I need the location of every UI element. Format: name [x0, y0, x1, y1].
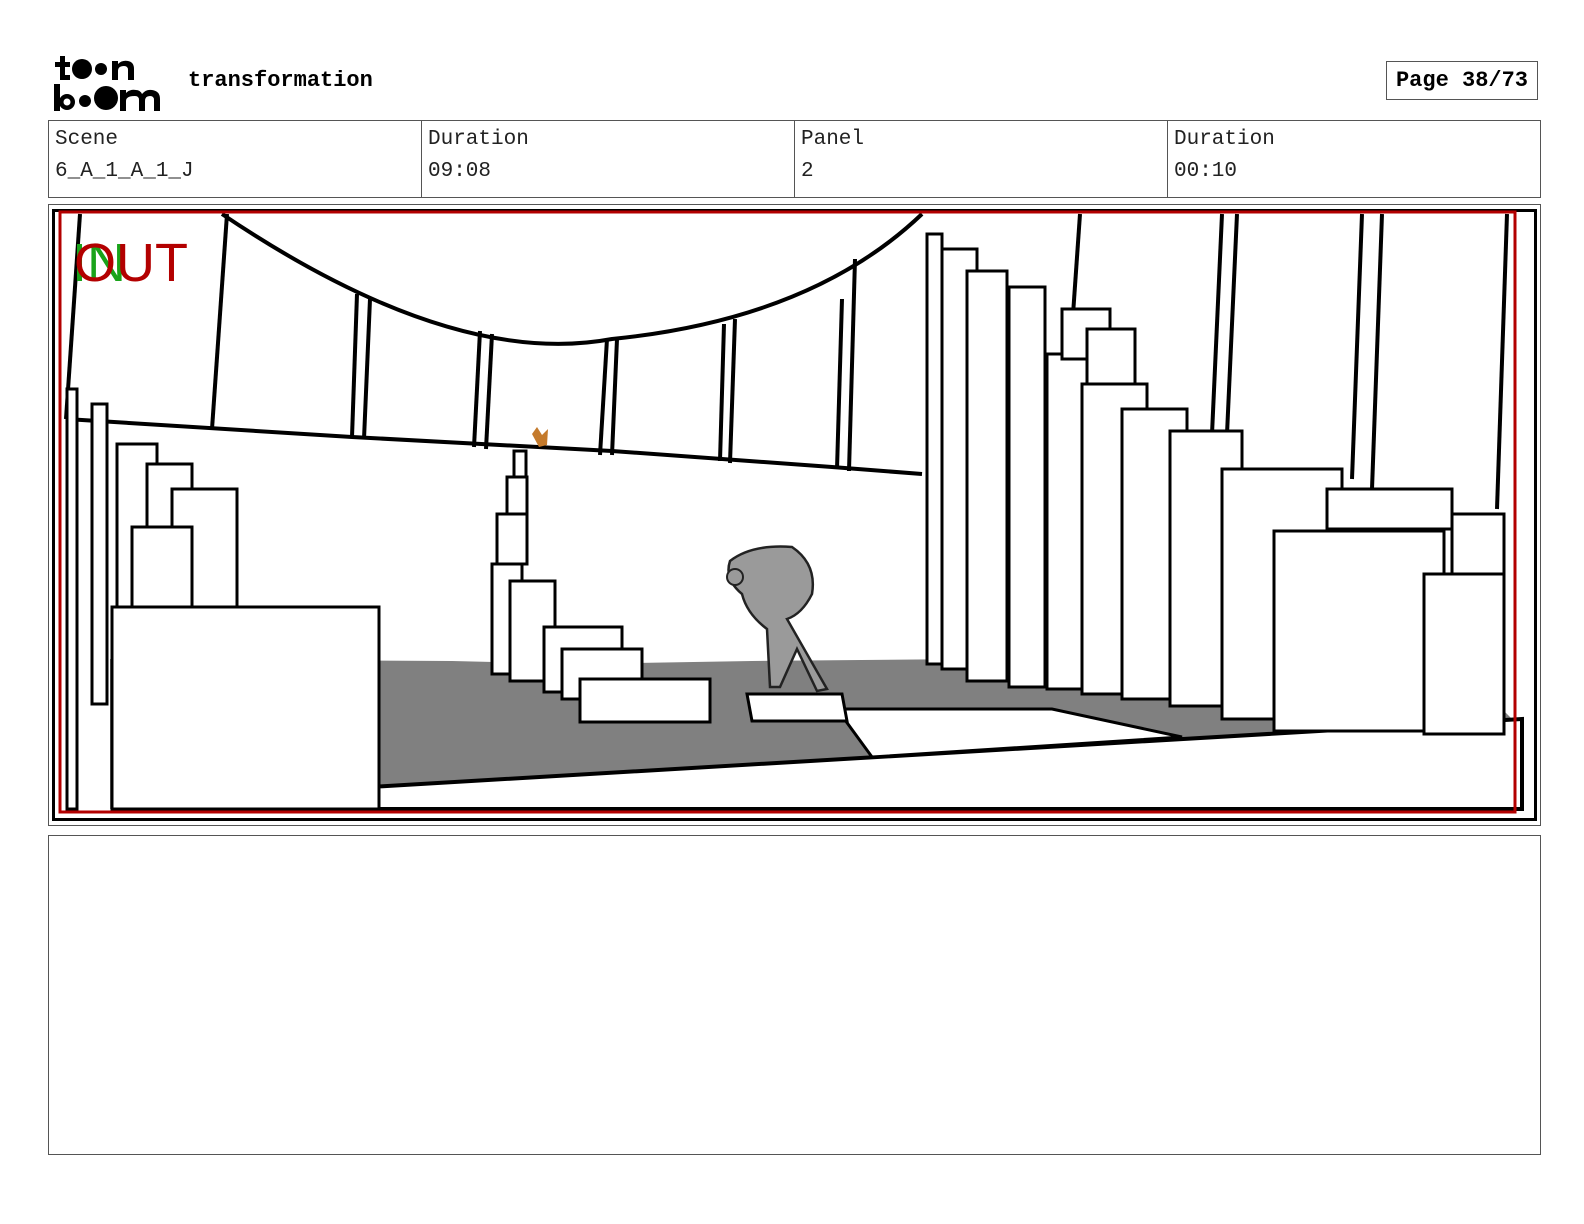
storyboard-drawing: IN OUT	[52, 209, 1537, 821]
scene-duration-cell: Duration 09:08	[422, 121, 795, 197]
scene-value: 6_A_1_A_1_J	[55, 160, 194, 183]
panel-cell: Panel 2	[795, 121, 1168, 197]
panel-label: Panel	[801, 128, 865, 151]
panel-duration-cell: Duration 00:10	[1168, 121, 1540, 197]
notes-area[interactable]	[48, 835, 1541, 1155]
panel-duration-value: 00:10	[1174, 160, 1238, 183]
panel-value: 2	[801, 160, 814, 183]
out-marker: OUT	[74, 233, 188, 293]
page-indicator: Page 38/73	[1386, 61, 1538, 100]
toon-boom-logo	[54, 56, 160, 111]
panel-duration-label: Duration	[1174, 128, 1275, 151]
scene-info-table: Scene 6_A_1_A_1_J Duration 09:08 Panel 2…	[48, 120, 1541, 198]
scene-duration-value: 09:08	[428, 160, 492, 183]
scene-cell: Scene 6_A_1_A_1_J	[49, 121, 422, 197]
scene-duration-label: Duration	[428, 128, 529, 151]
project-title: transformation	[188, 68, 373, 93]
scene-label: Scene	[55, 128, 119, 151]
